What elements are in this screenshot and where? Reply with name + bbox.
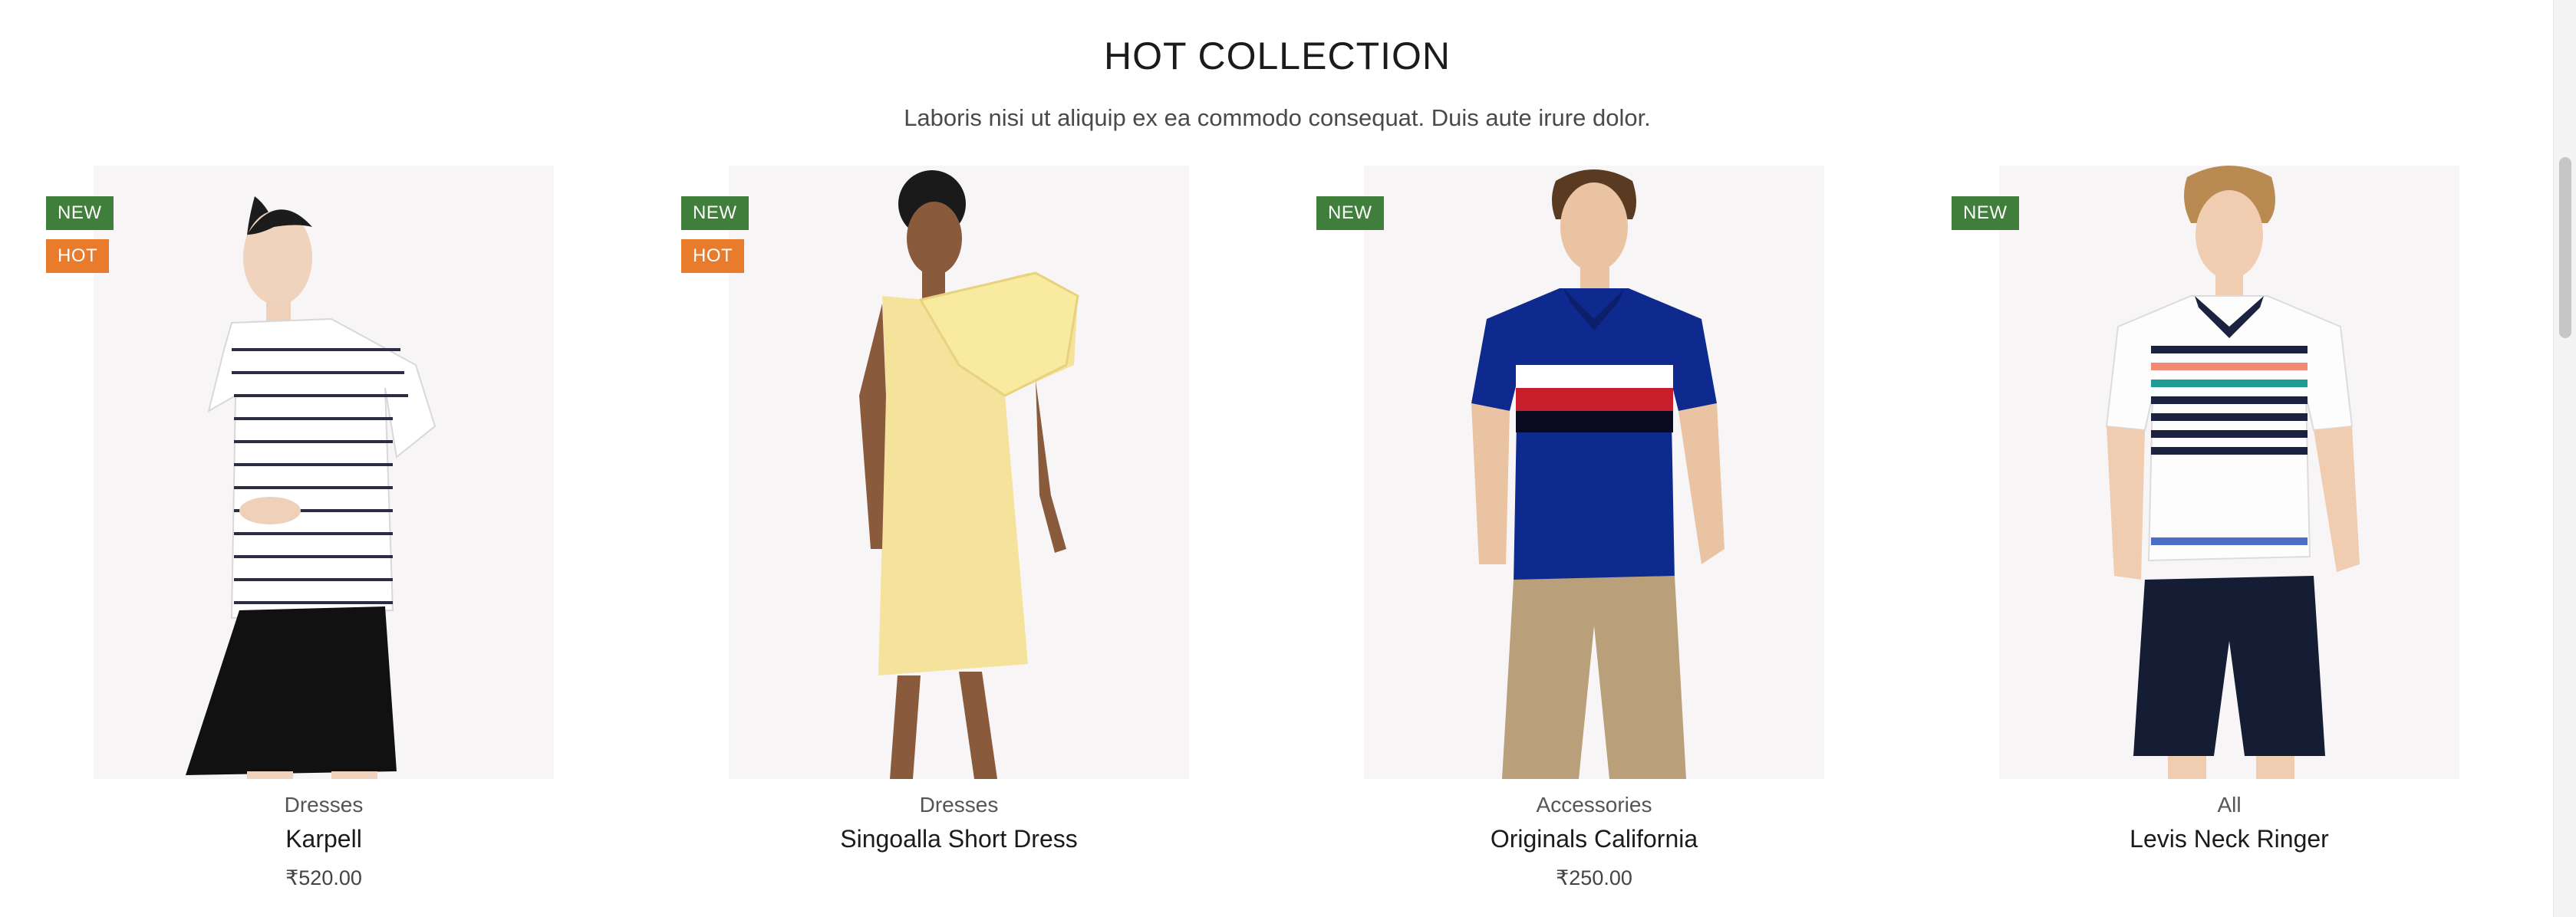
scrollbar-thumb[interactable] [2559, 157, 2571, 338]
product-category[interactable]: All [1999, 793, 2459, 817]
model-striped-top-icon [94, 166, 554, 779]
product-image[interactable] [729, 166, 1189, 779]
hot-badge: HOT [681, 239, 745, 273]
product-card[interactable]: NEW HOT Dresses Singoalla Short Dress [681, 166, 1318, 917]
product-name[interactable]: Levis Neck Ringer [1999, 825, 2459, 853]
section-subtitle: Laboris nisi ut aliquip ex ea commodo co… [904, 104, 1651, 131]
model-navy-polo-icon [1364, 166, 1824, 779]
product-category[interactable]: Dresses [729, 793, 1189, 817]
new-badge: NEW [1952, 196, 2019, 230]
product-category[interactable]: Dresses [94, 793, 554, 817]
product-category[interactable]: Accessories [1364, 793, 1824, 817]
product-price: ₹520.00 [285, 866, 362, 889]
product-image[interactable] [94, 166, 554, 779]
product-price: ₹250.00 [1556, 866, 1632, 889]
product-card[interactable]: NEW HOT Dresses Karpell ₹520.00 [46, 166, 683, 917]
hot-badge: HOT [46, 239, 110, 273]
model-striped-polo-icon [1999, 166, 2459, 779]
product-name[interactable]: Singoalla Short Dress [729, 825, 1189, 853]
vertical-scrollbar[interactable] [2553, 0, 2576, 917]
model-yellow-dress-icon [729, 166, 1189, 779]
product-image[interactable] [1999, 166, 2459, 779]
product-name[interactable]: Originals California [1364, 825, 1824, 853]
new-badge: NEW [46, 196, 114, 230]
product-card[interactable]: NEW Accessories Originals California ₹25… [1316, 166, 1953, 917]
product-name[interactable]: Karpell [94, 825, 554, 853]
product-card[interactable]: NEW All Levis Neck Ringer [1952, 166, 2576, 917]
hot-collection-page: HOT COLLECTION Laboris nisi ut aliquip e… [0, 0, 2576, 917]
new-badge: NEW [1316, 196, 1384, 230]
product-image[interactable] [1364, 166, 1824, 779]
new-badge: NEW [681, 196, 749, 230]
section-title: HOT COLLECTION [1103, 35, 1451, 77]
